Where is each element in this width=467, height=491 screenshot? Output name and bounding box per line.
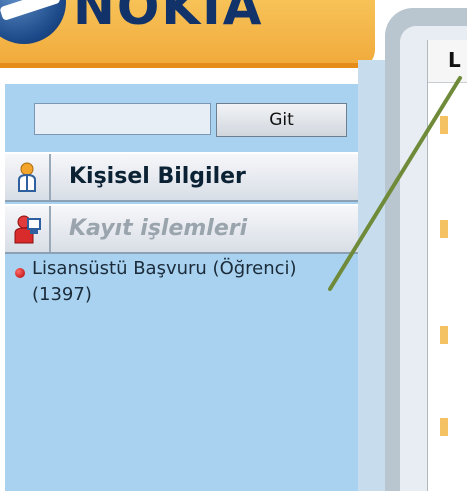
annotation-arrow-line [328, 76, 462, 291]
